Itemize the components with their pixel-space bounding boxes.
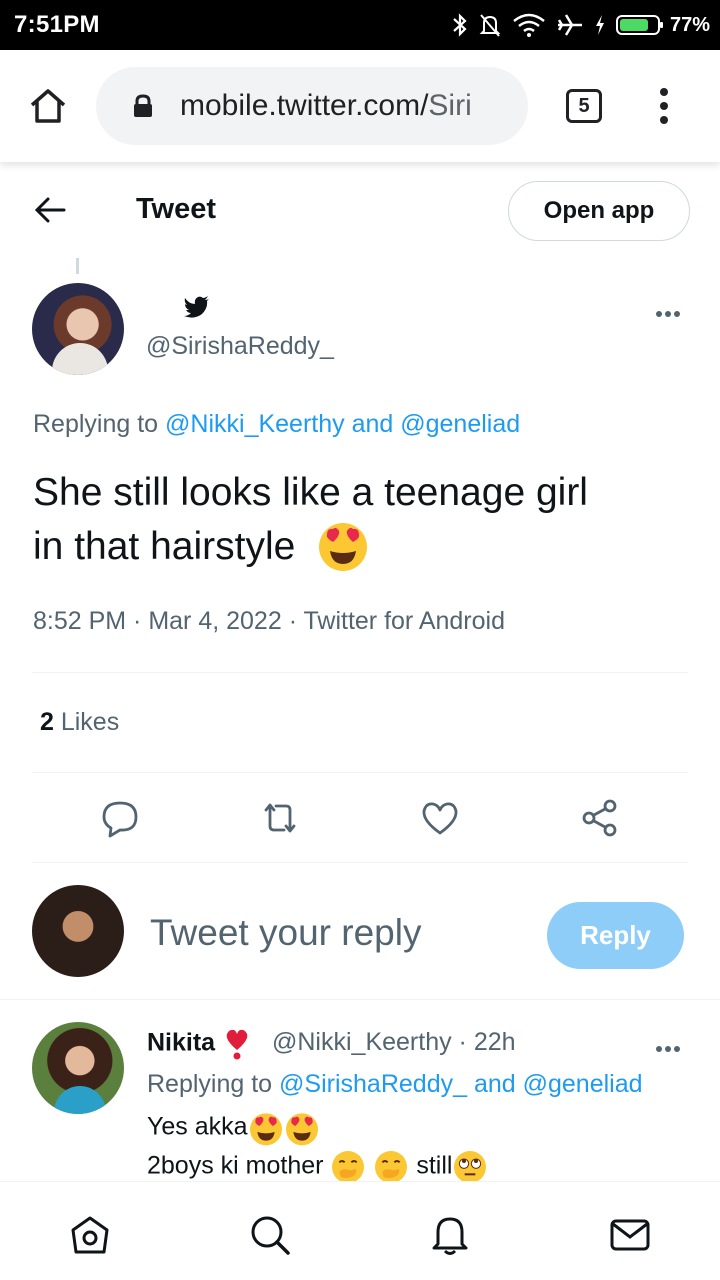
reply-author-handle[interactable]: @Nikki_Keerthy · 22h xyxy=(272,1028,516,1057)
url-path: Siri xyxy=(428,89,472,122)
mute-icon xyxy=(479,14,501,37)
home-icon[interactable] xyxy=(28,86,68,126)
more-options-icon[interactable] xyxy=(656,1039,686,1052)
tweet-meta: 8:52 PM · Mar 4, 2022 · Twitter for Andr… xyxy=(33,607,505,636)
open-app-button[interactable]: Open app xyxy=(508,181,690,241)
back-arrow-icon[interactable] xyxy=(34,196,66,224)
reply-icon[interactable] xyxy=(100,798,140,838)
charging-icon xyxy=(595,15,604,35)
reply-button[interactable]: Reply xyxy=(547,902,684,969)
battery-icon xyxy=(615,15,663,35)
battery-fill xyxy=(619,19,648,31)
replying-label: Replying to xyxy=(147,1070,280,1098)
face-hand-over-mouth-emoji-icon xyxy=(375,1151,408,1183)
heart-eyes-emoji-icon xyxy=(285,1113,318,1146)
status-icons: 77% xyxy=(452,10,710,40)
rolling-eyes-emoji-icon xyxy=(454,1151,487,1183)
bottom-nav xyxy=(0,1181,720,1280)
search-nav-icon[interactable] xyxy=(249,1214,291,1256)
tweet-author-handle[interactable]: @SirishaReddy_ xyxy=(146,332,334,361)
replying-and: and xyxy=(344,410,401,438)
divider xyxy=(32,862,688,863)
like-icon[interactable] xyxy=(420,798,460,838)
replying-to: Replying to @Nikki_Keerthy and @geneliad xyxy=(33,410,520,439)
tab-switcher-button[interactable]: 5 xyxy=(566,89,602,123)
lock-icon xyxy=(134,94,152,117)
tweet-text-line: She still looks like a teenage girl xyxy=(33,471,588,514)
my-avatar[interactable] xyxy=(32,885,124,977)
tweet-date[interactable]: Mar 4, 2022 xyxy=(148,607,281,635)
replying-label: Replying to xyxy=(33,410,166,438)
divider xyxy=(0,999,720,1000)
share-icon[interactable] xyxy=(580,798,620,838)
tweet-text: She still looks like a teenage girl in t… xyxy=(33,466,693,574)
home-nav-icon[interactable] xyxy=(69,1214,111,1256)
replying-to: Replying to @SirishaReddy_ and @geneliad xyxy=(147,1070,643,1099)
replying-and: and xyxy=(467,1070,523,1098)
messages-nav-icon[interactable] xyxy=(609,1214,651,1256)
url-host: mobile.twitter.com/ xyxy=(180,89,429,122)
divider xyxy=(32,672,688,673)
likes-count[interactable]: 2 Likes xyxy=(40,708,119,737)
thread-line xyxy=(76,258,79,274)
url-text: mobile.twitter.com/Siri xyxy=(180,89,472,123)
reply-text-2a: 2boys ki mother xyxy=(147,1151,331,1180)
wifi-icon xyxy=(513,13,545,37)
mention-link[interactable]: @Nikki_Keerthy xyxy=(165,410,345,438)
twitter-bird-icon xyxy=(184,296,209,318)
status-time: 7:51PM xyxy=(14,11,100,38)
reply-input[interactable]: Tweet your reply xyxy=(150,912,421,954)
reply-text-line: Yes akka xyxy=(147,1110,320,1146)
mention-link[interactable]: @SirishaReddy_ xyxy=(279,1070,467,1098)
meta-separator: · xyxy=(126,607,149,635)
tweet-text-line2: in that hairstyle xyxy=(33,525,296,568)
likes-label: Likes xyxy=(53,708,120,736)
reply-text-2b: still xyxy=(416,1151,453,1180)
heart-eyes-emoji-icon xyxy=(249,1113,282,1146)
reply-author-name-text: Nikita xyxy=(147,1028,216,1057)
more-options-icon[interactable] xyxy=(656,304,686,317)
heart-exclamation-emoji-icon xyxy=(226,1029,248,1060)
battery-percent: 77% xyxy=(669,13,710,36)
reply-author-name[interactable]: Nikita xyxy=(147,1028,250,1060)
address-bar[interactable]: mobile.twitter.com/Siri xyxy=(96,67,528,145)
heart-eyes-emoji-icon xyxy=(319,522,368,571)
reply-text-1: Yes akka xyxy=(147,1112,248,1141)
browser-menu-icon[interactable] xyxy=(658,88,670,124)
browser-toolbar: mobile.twitter.com/Siri 5 xyxy=(0,50,720,162)
avatar[interactable] xyxy=(32,283,124,375)
page-title: Tweet xyxy=(136,193,217,225)
retweet-icon[interactable] xyxy=(260,798,300,838)
mention-link[interactable]: @geneliad xyxy=(400,410,520,438)
tweet-time: 8:52 PM xyxy=(33,607,127,635)
bluetooth-icon xyxy=(453,13,467,37)
reply-text-line: 2boys ki mother still xyxy=(147,1149,488,1185)
tweet-source: Twitter for Android xyxy=(303,607,505,635)
airplane-icon xyxy=(557,14,582,36)
reply-avatar[interactable] xyxy=(32,1022,124,1114)
face-hand-over-mouth-emoji-icon xyxy=(332,1151,365,1183)
tweet-text-line: in that hairstyle xyxy=(33,520,693,574)
mention-link[interactable]: @geneliad xyxy=(523,1070,643,1098)
notifications-nav-icon[interactable] xyxy=(429,1214,471,1256)
status-bar: 7:51PM 77% xyxy=(0,0,720,50)
likes-number: 2 xyxy=(40,708,54,736)
divider xyxy=(32,772,688,773)
meta-separator: · xyxy=(281,607,304,635)
